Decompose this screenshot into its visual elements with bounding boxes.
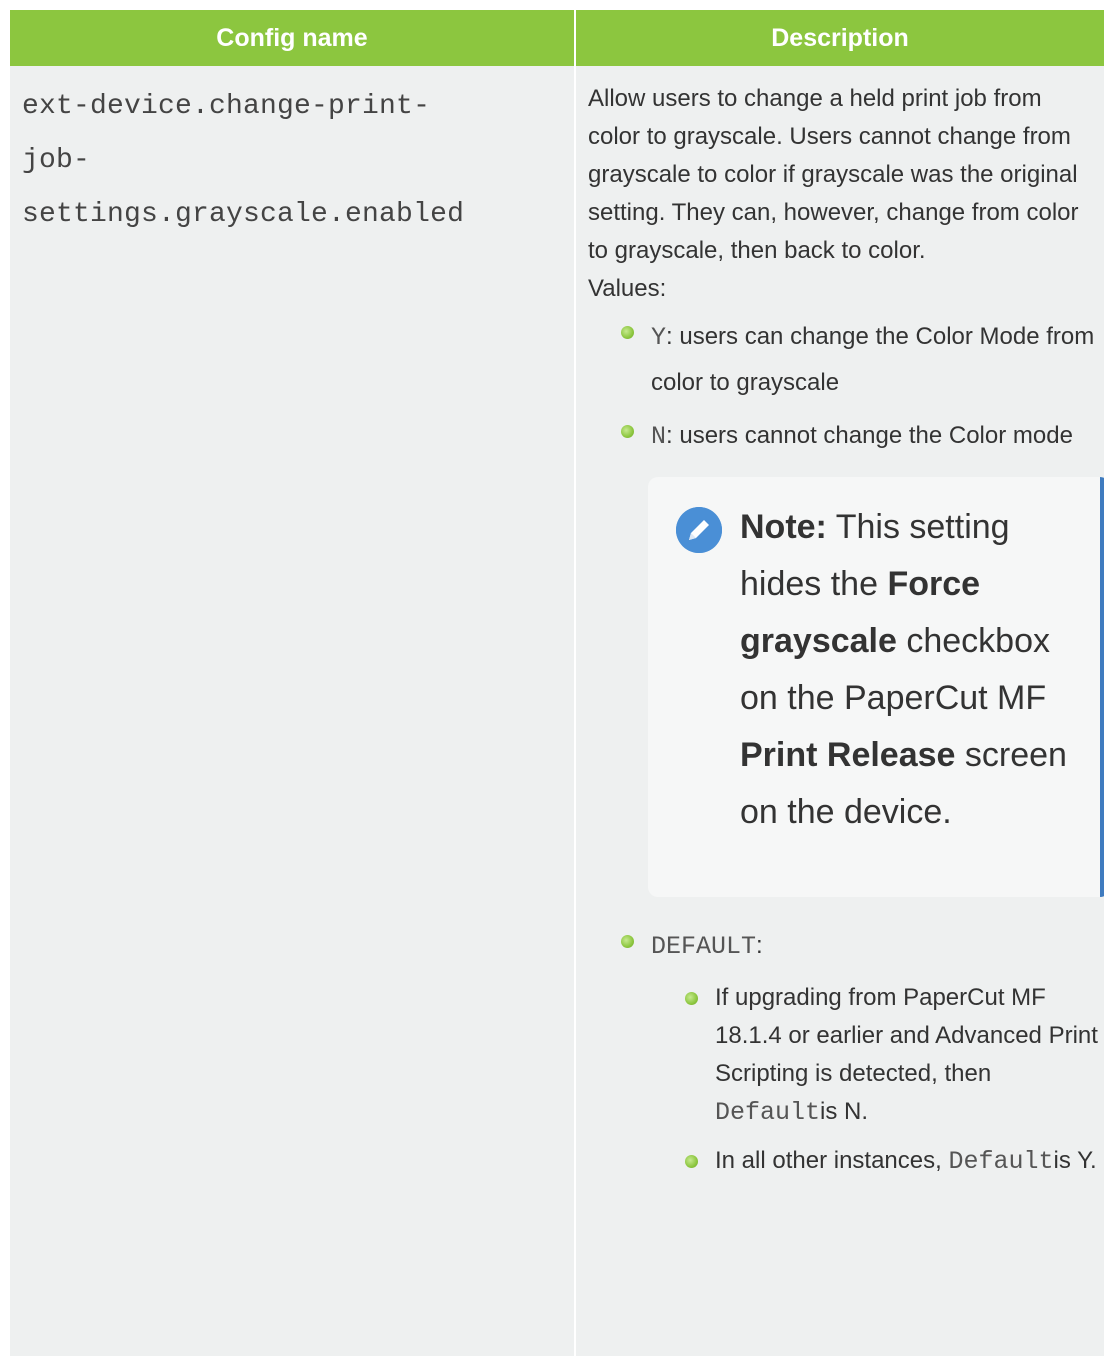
header-config-name: Config name — [216, 24, 368, 52]
pencil-icon — [676, 507, 722, 553]
list-item: N: users cannot change the Color mode — [621, 413, 1098, 459]
value-text: : users cannot change the Color mode — [666, 422, 1073, 449]
values-label: Values: — [588, 275, 667, 302]
sub-item-text: If upgrading from PaperCut MF 18.1.4 or … — [715, 984, 1098, 1087]
green-dot-icon — [621, 935, 634, 948]
green-dot-icon — [621, 425, 634, 438]
note-callout: Note: This setting hides the Force grays… — [648, 477, 1104, 897]
sub-item-text: In all other instances, — [715, 1147, 949, 1174]
sub-item-tail: is N. — [820, 1098, 869, 1125]
sub-item-code: Default — [948, 1147, 1054, 1176]
default-suffix: : — [756, 932, 763, 959]
config-table: Config name Description ext-device.chang… — [10, 10, 1104, 1356]
default-code: DEFAULT — [651, 932, 757, 961]
value-code: Y — [651, 323, 667, 352]
value-code: N — [651, 422, 667, 451]
header-description: Description — [771, 24, 909, 52]
default-sub-list: If upgrading from PaperCut MF 18.1.4 or … — [651, 979, 1098, 1181]
list-item: In all other instances, Defaultis Y. — [685, 1142, 1098, 1181]
config-name-line: ext-device.change-print- — [22, 91, 431, 122]
default-list: DEFAULT: If upgrading from PaperCut MF 1… — [588, 923, 1098, 1181]
values-list: Y: users can change the Color Mode from … — [588, 314, 1098, 459]
note-text: Note: This setting hides the Force grays… — [740, 499, 1080, 841]
config-name-cell: ext-device.change-print- job- settings.g… — [22, 80, 562, 242]
description-cell: Allow users to change a held print job f… — [588, 80, 1104, 1191]
sub-item-code: Default — [715, 1098, 821, 1127]
description-paragraph: Allow users to change a held print job f… — [588, 85, 1079, 264]
list-item: If upgrading from PaperCut MF 18.1.4 or … — [685, 979, 1098, 1132]
note-label: Note: — [740, 508, 827, 546]
green-dot-icon — [685, 1155, 698, 1168]
list-item: Y: users can change the Color Mode from … — [621, 314, 1098, 405]
table-header: Config name Description — [10, 10, 1104, 66]
green-dot-icon — [621, 326, 634, 339]
list-item: DEFAULT: If upgrading from PaperCut MF 1… — [621, 923, 1098, 1181]
config-name-line: job- — [22, 145, 91, 176]
sub-item-tail: is Y. — [1053, 1147, 1097, 1174]
column-divider — [574, 66, 576, 1356]
note-bold-part: Print Release — [740, 736, 956, 774]
config-name-line: settings.grayscale.enabled — [22, 199, 465, 230]
green-dot-icon — [685, 992, 698, 1005]
value-text: : users can change the Color Mode from c… — [651, 323, 1095, 396]
